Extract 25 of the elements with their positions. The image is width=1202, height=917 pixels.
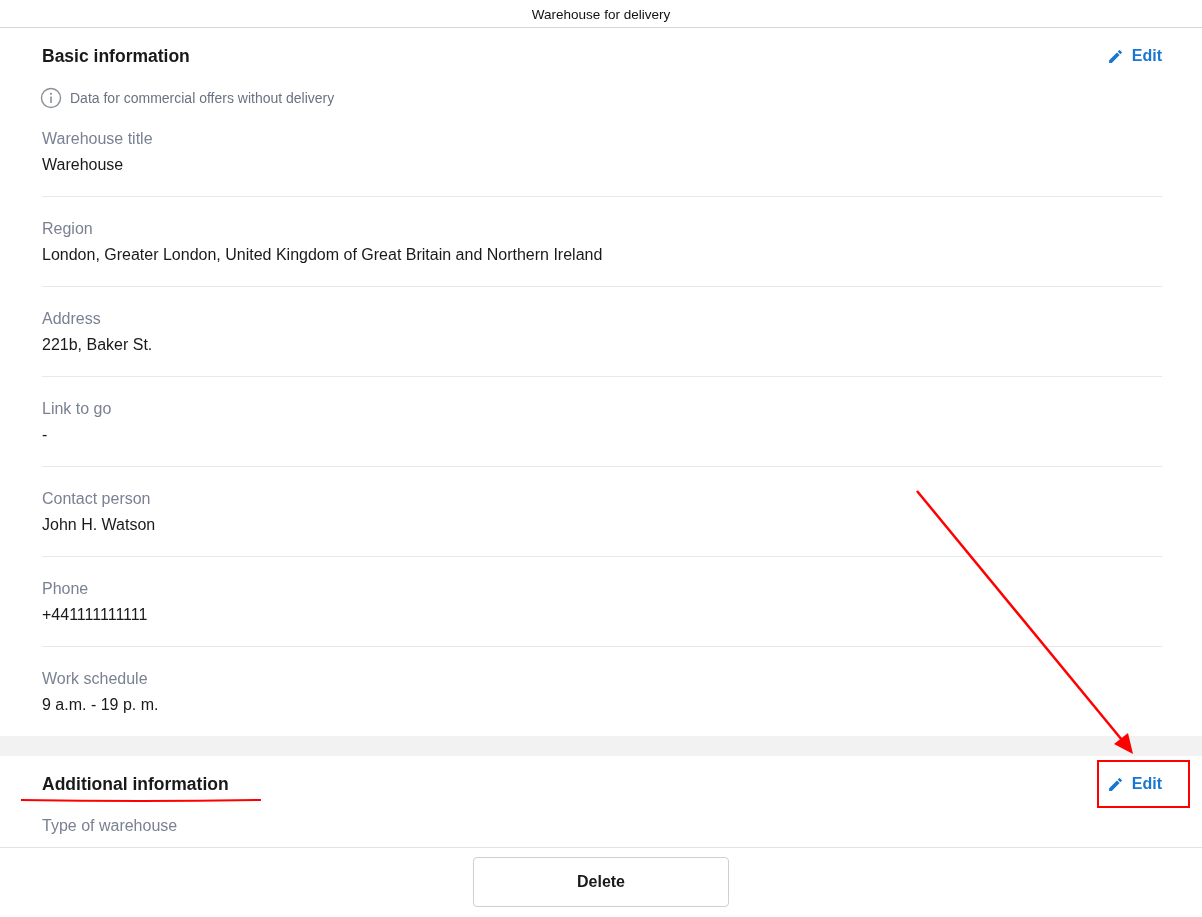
section-title: Additional information [42, 775, 229, 793]
field-label: Address [42, 309, 102, 329]
field-label: Work schedule [42, 669, 149, 689]
field-value: Warehouse [42, 155, 125, 175]
field-value: - [42, 425, 49, 445]
info-note: Data for commercial offers without delivery [70, 90, 335, 106]
field-value: John H. Watson [42, 515, 157, 535]
pencil-icon [1106, 47, 1124, 65]
page-title: Warehouse for delivery [531, 7, 671, 22]
field-label: Type of warehouse [42, 816, 179, 836]
field-label: Warehouse title [42, 129, 154, 149]
edit-button[interactable]: Edit [1106, 47, 1162, 65]
field-label: Contact person [42, 489, 152, 509]
delete-button[interactable]: Delete [473, 857, 729, 907]
field-label: Link to go [42, 399, 113, 419]
pencil-icon [1106, 775, 1124, 793]
section-title: Basic information [42, 47, 190, 65]
field-value: London, Greater London, United Kingdom of Great Britain and Northern Ireland [42, 245, 604, 265]
info-icon [40, 87, 62, 109]
field-label: Phone [42, 579, 90, 599]
field-value: 221b, Baker St. [42, 335, 154, 355]
field-value: 9 a.m. - 19 p. m. [42, 695, 160, 715]
field-value: +441111111111 [42, 605, 149, 625]
field-label: Region [42, 219, 94, 239]
edit-button[interactable]: Edit [1106, 775, 1162, 793]
